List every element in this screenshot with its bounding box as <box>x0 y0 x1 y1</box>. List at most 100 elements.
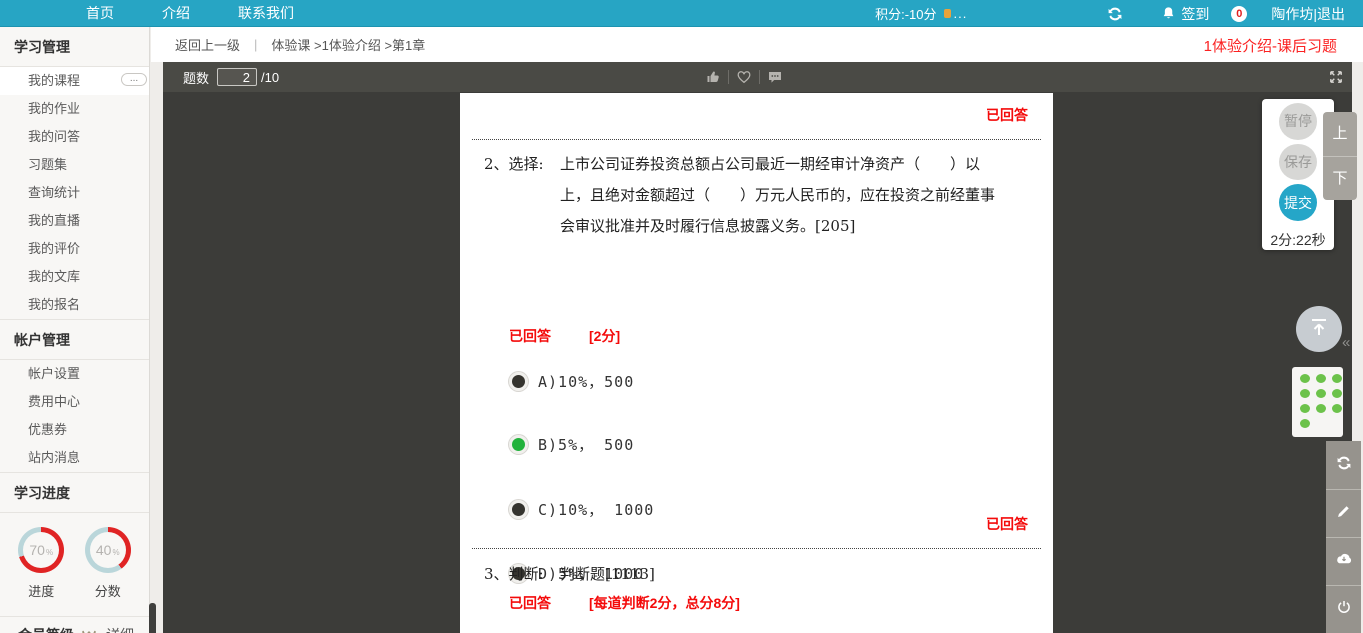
sidebar-item-my-qa[interactable]: 我的问答 <box>0 123 149 151</box>
sidebar-item-my-courses[interactable]: 我的课程 ... <box>0 67 149 95</box>
points-more-menu[interactable]: ... <box>954 6 968 21</box>
q1-status-badge: 已回答 <box>986 107 1028 123</box>
page-title: 1体验介绍-课后习题 <box>1203 38 1337 55</box>
next-question-button[interactable]: 下 <box>1323 156 1357 200</box>
sidebar-item-label: 我的课程 <box>28 73 81 88</box>
power-icon <box>1336 599 1352 620</box>
question-3-text: 判断题[1113] <box>560 565 655 583</box>
question-nav-panel <box>1292 367 1343 437</box>
question-2-number: 2、选择: <box>484 155 544 173</box>
breadcrumb-separator: | <box>254 37 258 52</box>
sidebar-item-my-library[interactable]: 我的文库 <box>0 263 149 291</box>
back-to-top-button[interactable] <box>1296 306 1342 352</box>
prev-question-button[interactable]: 上 <box>1323 112 1357 156</box>
sidebar-section-account: 帐户管理 <box>0 319 149 360</box>
progress-value: 70 <box>29 542 45 558</box>
refresh-icon <box>1336 455 1352 476</box>
comment-icon[interactable] <box>767 69 783 85</box>
user-logout-link[interactable]: 陶作坊|退出 <box>1271 4 1345 24</box>
notification-badge[interactable]: 0 <box>1231 5 1248 22</box>
question-2: 2、选择: 上市公司证券投资总额占公司最近一期经审计净资产（ ）以上，且绝对金额… <box>484 149 1000 242</box>
question-nav-dot[interactable] <box>1300 389 1310 398</box>
right-tool-stack <box>1326 441 1361 633</box>
member-detail-link[interactable]: 详细 <box>106 625 134 633</box>
question-nav-dot[interactable] <box>1300 419 1310 428</box>
option-b-label[interactable]: B)5%， 500 <box>538 434 634 455</box>
submit-button[interactable]: 提交 <box>1279 184 1317 222</box>
cloud-download-icon <box>1335 552 1353 571</box>
sidebar-section-learning: 学习管理 <box>0 27 149 67</box>
sidebar: 学习管理 我的课程 ... 我的作业 我的问答 习题集 查询统计 我的直播 我的… <box>0 27 150 633</box>
option-a[interactable]: A)10%，500 <box>509 371 634 392</box>
nav-intro[interactable]: 介绍 <box>138 0 214 27</box>
nav-home[interactable]: 首页 <box>62 0 138 27</box>
sidebar-scrollbar[interactable] <box>149 603 156 633</box>
question-nav-dot[interactable] <box>1332 389 1342 398</box>
sidebar-item-my-reviews[interactable]: 我的评价 <box>0 235 149 263</box>
divider <box>728 70 729 84</box>
question-divider <box>472 139 1041 140</box>
sidebar-item-query-stats[interactable]: 查询统计 <box>0 179 149 207</box>
back-link[interactable]: 返回上一级 <box>175 35 240 54</box>
score-value: 40 <box>95 542 112 558</box>
option-a-label[interactable]: A)10%，500 <box>538 371 634 392</box>
question-nav-dot[interactable] <box>1316 404 1326 413</box>
radio-option-b-selected[interactable] <box>509 435 528 454</box>
sidebar-item-fee-center[interactable]: 费用中心 <box>0 388 149 416</box>
save-button[interactable]: 保存 <box>1279 143 1317 181</box>
quiz-player: 题数 /10 已回答 <box>163 62 1352 633</box>
radio-option-a[interactable] <box>509 372 528 391</box>
fullscreen-icon[interactable] <box>1328 69 1344 85</box>
q2-status-badge: 已回答 <box>509 328 551 344</box>
q3-score-label: [每道判断2分，总分8分] <box>589 595 740 611</box>
app-window: 首页 介绍 联系我们 积分:-10分 ... 签到 0 陶作坊|退出 学习管理 … <box>0 0 1363 633</box>
sidebar-section-progress: 学习进度 <box>0 472 149 513</box>
more-icon[interactable]: ... <box>121 73 147 86</box>
q3-status-badge: 已回答 <box>509 595 551 611</box>
percent-sign: % <box>45 547 54 557</box>
breadcrumb[interactable]: 体验课 >1体验介绍 >第1章 <box>271 35 425 54</box>
thumbs-up-icon[interactable] <box>705 69 721 85</box>
question-nav-dot[interactable] <box>1300 404 1310 413</box>
sign-in-button[interactable]: 签到 <box>1161 4 1209 24</box>
edit-icon <box>1336 504 1351 524</box>
sidebar-item-my-live[interactable]: 我的直播 <box>0 207 149 235</box>
edit-button[interactable] <box>1326 489 1361 537</box>
divider <box>759 70 760 84</box>
nav-contact[interactable]: 联系我们 <box>214 0 318 27</box>
sign-in-label: 签到 <box>1181 5 1210 22</box>
power-button[interactable] <box>1326 585 1361 633</box>
score-label: 分数 <box>94 584 121 599</box>
option-c[interactable]: C)10%， 1000 <box>509 499 654 520</box>
option-b[interactable]: B)5%， 500 <box>509 434 634 455</box>
progress-label: 进度 <box>28 584 55 599</box>
question-total: /10 <box>261 69 280 85</box>
option-c-label[interactable]: C)10%， 1000 <box>538 499 654 520</box>
question-2-text: 上市公司证券投资总额占公司最近一期经审计净资产（ ）以上，且绝对金额超过（ ）万… <box>560 155 996 235</box>
heart-icon[interactable] <box>736 69 752 85</box>
question-3-number: 3、判断: <box>484 565 544 583</box>
refresh-icon[interactable] <box>1107 6 1123 22</box>
radio-option-c[interactable] <box>509 500 528 519</box>
player-toolbar: 题数 /10 <box>163 62 1352 92</box>
sidebar-item-my-homework[interactable]: 我的作业 <box>0 95 149 123</box>
question-nav-dot[interactable] <box>1316 374 1326 383</box>
question-nav-dot[interactable] <box>1316 389 1326 398</box>
member-level-label: 会员等级 <box>18 625 74 633</box>
sidebar-item-coupons[interactable]: 优惠券 <box>0 416 149 444</box>
question-nav-dot[interactable] <box>1332 374 1342 383</box>
question-number-input[interactable] <box>217 68 258 86</box>
collapse-chevron-icon[interactable]: « <box>1342 334 1350 351</box>
sidebar-item-site-messages[interactable]: 站内消息 <box>0 444 149 472</box>
pause-button[interactable]: 暂停 <box>1279 103 1317 140</box>
points-label: 积分:-10分 <box>875 7 937 22</box>
sidebar-item-exercise-sets[interactable]: 习题集 <box>0 151 149 179</box>
sidebar-item-my-registration[interactable]: 我的报名 <box>0 291 149 319</box>
sidebar-item-account-settings[interactable]: 帐户设置 <box>0 360 149 388</box>
timer: 2分:22秒 <box>1270 232 1326 249</box>
download-button[interactable] <box>1326 537 1361 585</box>
refresh-button[interactable] <box>1326 441 1361 489</box>
question-nav-dot[interactable] <box>1332 404 1342 413</box>
question-nav-dot[interactable] <box>1300 374 1310 383</box>
question-divider <box>472 548 1041 549</box>
